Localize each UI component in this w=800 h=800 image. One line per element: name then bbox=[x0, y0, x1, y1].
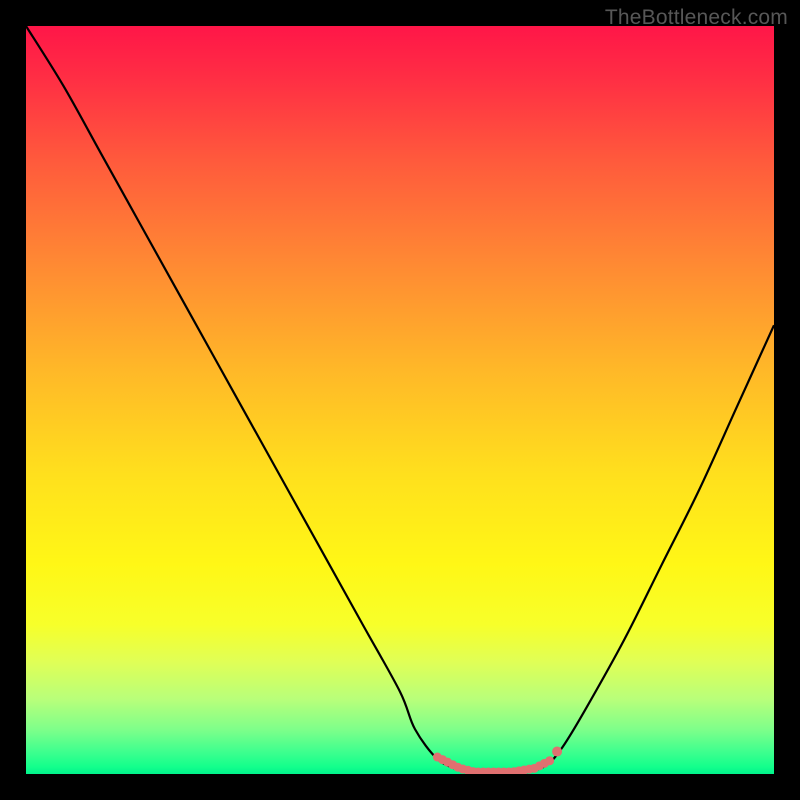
watermark-text: TheBottleneck.com bbox=[605, 6, 788, 30]
bottleneck-curve bbox=[26, 26, 774, 774]
plot-area bbox=[26, 26, 774, 774]
curve-svg bbox=[26, 26, 774, 774]
trough-marker-band bbox=[433, 753, 554, 774]
trough-dot bbox=[545, 756, 554, 765]
curve-end-dot bbox=[552, 747, 562, 757]
